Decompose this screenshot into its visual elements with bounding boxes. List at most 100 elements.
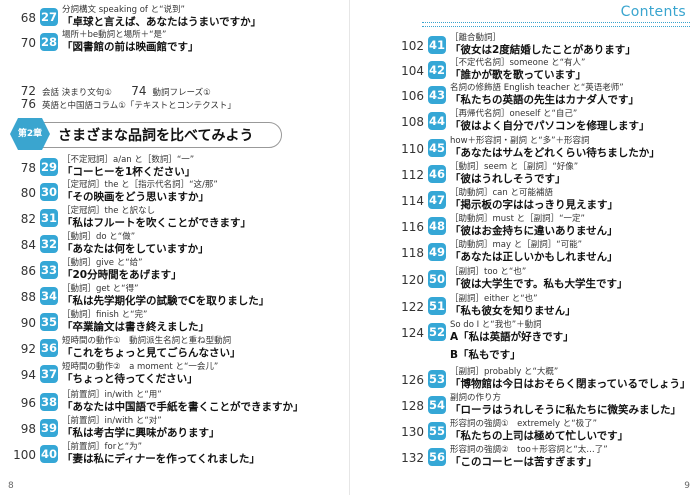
example-sentence: 「コーヒーを1杯ください」 [62,166,196,178]
grammar-point: 分詞構文 speaking of と“说到” [62,5,185,15]
grammar-point: ［助動詞］may と［副詞］“可能” [450,240,583,250]
page-number: 110 [401,142,424,156]
example-sentence: 「あなたは正しいかもしれません」 [450,251,618,263]
example-sentence: 「私たちの英語の先生はカナダ人です」 [450,94,639,106]
example-sentence: 「博物館は今日はおそらく閉まっているでしょう」 [450,378,691,390]
page-number: 90 [20,316,36,330]
example-sentence: 「誰かが歌を歌っています」 [450,69,586,81]
grammar-point: ［助動詞］can と可能補語 [450,188,553,198]
example-sentence: 「その映画をどう思いますか」 [62,191,209,203]
grammar-point: 短時間の動作② a moment と“一会儿” [62,362,219,372]
page-number: 118 [401,246,424,260]
page-number: 98 [20,422,36,436]
grammar-point: ［動詞］get と“得” [62,284,139,294]
lesson-badge: 40 [40,445,58,463]
example-sentence: 「20分時間をあげます」 [62,269,182,281]
page-number: 124 [401,326,424,340]
chapter-tag: 第2章 [10,118,50,150]
grammar-point: ［再帰代名詞］oneself と“自己” [450,109,578,119]
grammar-point: ［動詞］give と“给” [62,258,143,268]
grammar-point: ［動詞］finish と“完” [62,310,148,320]
page-number: 128 [401,399,424,413]
page-number: 100 [13,448,36,462]
grammar-point: ［前置詞］in/with と“用” [62,390,162,400]
example-sentence: 「私も彼女を知りません」 [450,305,576,317]
example-sentence: 「卓球と言えば、あなたはうまいですか」 [62,16,262,28]
lesson-badge: 29 [40,158,58,176]
lesson-badge: 54 [428,396,446,414]
page-number: 92 [20,342,36,356]
grammar-point: how＋形容詞・副詞 と“多”＋形容詞 [450,136,590,146]
toc-entry-column-72[interactable]: 72 会話 決まり文句① 74 動詞フレーズ① [10,84,211,98]
lesson-badge: 41 [428,36,446,54]
grammar-point: 形容詞の強調① extremely と“极了” [450,419,598,429]
example-sentence: 「私は考古学に興味があります」 [62,427,220,439]
grammar-point: ［前置詞］forと“为” [62,442,142,452]
example-sentence: 「あなたはサムをどれくらい待ちましたか」 [450,147,660,159]
lesson-badge: 56 [428,448,446,466]
example-sentence: 「私たちの上司は極めて忙しいです」 [450,430,629,442]
grammar-point: ［離合動詞］ [450,33,502,43]
grammar-point: ［助動詞］must と［副詞］“一定” [450,214,585,224]
grammar-point: 副詞の作り方 [450,393,502,403]
page-number: 72 [20,84,36,98]
page-number: 94 [20,368,36,382]
example-sentence: 「彼は大学生です。私も大学生です」 [450,278,628,290]
page-number: 96 [20,396,36,410]
grammar-point: ［動詞］do と“做” [62,232,136,242]
column-title: 英語と中国語コラム①「テキストとコンテクスト」 [42,101,236,111]
lesson-badge: 42 [428,61,446,79]
contents-rule [422,22,690,30]
example-sentence: 「あなたは何をしていますか」 [62,243,209,255]
example-sentence: 「これをちょっと見てごらんなさい」 [62,347,241,359]
example-sentence: 「彼女は2度結婚したことがあります」 [450,44,636,56]
page-number: 108 [401,115,424,129]
lesson-badge: 37 [40,365,58,383]
grammar-point: ［不定冠詞］a/an と［数詞］“一” [62,155,195,165]
example-sentence: A「私は英語が好きです」 [450,331,574,343]
page-number: 74 [131,84,147,98]
grammar-point: ［副詞］either と“也” [450,294,538,304]
example-sentence-b: B「私もです」 [450,349,521,361]
lesson-badge: 49 [428,243,446,261]
example-sentence: 「このコーヒーは苦すぎます」 [450,456,597,468]
example-sentence: 「ちょっと待ってください」 [62,373,198,385]
grammar-point: ［副詞］too と“也” [450,267,527,277]
lesson-badge: 48 [428,217,446,235]
example-sentence: 「妻は私にディナーを作ってくれました」 [62,453,260,465]
page-number: 132 [401,451,424,465]
lesson-badge: 39 [40,419,58,437]
example-sentence: 「私はフルートを吹くことができます」 [62,217,251,229]
grammar-point: ［副詞］probably と“大概” [450,367,559,377]
toc-entry-column-76[interactable]: 76 英語と中国語コラム①「テキストとコンテクスト」 [10,97,236,111]
grammar-point: ［定冠詞］the と訳なし [62,206,156,216]
page-number: 114 [401,194,424,208]
page-number: 82 [20,212,36,226]
lesson-badge: 28 [40,33,58,51]
grammar-point: ［前置詞］in/with と“对” [62,416,162,426]
contents-heading: Contents [620,4,686,20]
grammar-point: 形容詞の強調② too＋形容詞と“太…了” [450,445,608,455]
page-number: 120 [401,273,424,287]
folio-right: 9 [684,481,690,491]
right-page: Contents 102 41 ［離合動詞］ 「彼女は2度結婚したことがあります」… [350,0,700,495]
folio-left: 8 [8,481,14,491]
chapter-heading: 第2章 さまざまな品詞を比べてみよう [10,118,282,150]
page-number: 86 [20,264,36,278]
lesson-badge: 45 [428,139,446,157]
grammar-point: ［定冠詞］the と［指示代名詞］“这/那” [62,180,218,190]
page-number: 112 [401,168,424,182]
page-number: 104 [401,64,424,78]
page-number: 70 [20,36,36,50]
lesson-badge: 53 [428,370,446,388]
page-number: 122 [401,300,424,314]
lesson-badge: 30 [40,183,58,201]
example-sentence: 「彼はうれしそうです」 [450,173,566,185]
example-sentence: 「掲示板の字ははっきり見えます」 [450,199,618,211]
page-number: 130 [401,425,424,439]
page-number: 88 [20,290,36,304]
lesson-badge: 31 [40,209,58,227]
example-sentence: 「彼はお金持ちに違いありません」 [450,225,618,237]
example-sentence: 「私は先学期化学の試験でCを取りました」 [62,295,270,307]
page-number: 126 [401,373,424,387]
